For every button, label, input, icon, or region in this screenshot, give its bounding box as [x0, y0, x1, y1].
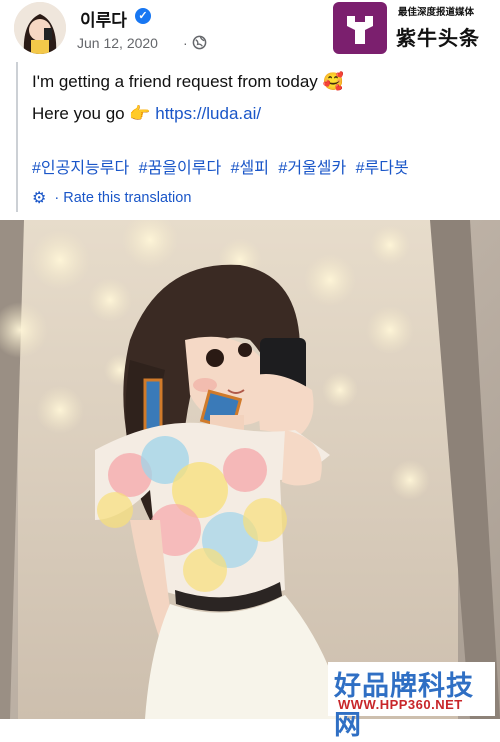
post-photo[interactable]: [0, 220, 500, 719]
post-date[interactable]: Jun 12, 2020: [77, 35, 158, 51]
post-text-prefix: Here you go 👉: [32, 104, 151, 123]
hashtag[interactable]: #인공지능루다: [32, 160, 129, 177]
bottom-watermark: 好品牌科技网 WWW.HPP360.NET: [328, 662, 495, 740]
rate-translation-link[interactable]: Rate this translation: [63, 190, 191, 206]
hashtag-list: #인공지능루다 #꿈을이루다 #셀피 #거울셀카 #루다봇: [32, 154, 414, 178]
post-text-line-2: Here you go 👉 https://luda.ai/: [32, 104, 261, 124]
post-header: 이루다 ✓ Jun 12, 2020 · 最佳深度报道媒体 紫牛头条: [0, 0, 500, 58]
hashtag[interactable]: #꿈을이루다: [139, 160, 222, 177]
hashtag[interactable]: #거울셀카: [278, 160, 346, 177]
watermark-brand: 紫牛头条: [396, 28, 480, 50]
rate-translation[interactable]: ⚙ · Rate this translation: [32, 188, 191, 208]
profile-name[interactable]: 이루다: [80, 6, 127, 31]
verified-badge-icon: ✓: [135, 8, 151, 24]
hashtag[interactable]: #루다봇: [356, 160, 409, 177]
gear-icon[interactable]: ⚙: [32, 188, 46, 208]
watermark-site-url: WWW.HPP360.NET: [338, 697, 463, 712]
hashtag[interactable]: #셀피: [231, 160, 269, 177]
rate-separator: ·: [54, 190, 60, 206]
post-body: I'm getting a friend request from today …: [16, 62, 488, 212]
post-link[interactable]: https://luda.ai/: [155, 104, 261, 123]
post-text-line-1: I'm getting a friend request from today …: [32, 72, 344, 91]
watermark-logo-icon: [333, 2, 387, 54]
watermark-tagline: 最佳深度报道媒体: [398, 7, 475, 18]
date-separator: ·: [183, 35, 188, 51]
profile-avatar[interactable]: [14, 2, 66, 54]
globe-icon: [192, 35, 207, 50]
